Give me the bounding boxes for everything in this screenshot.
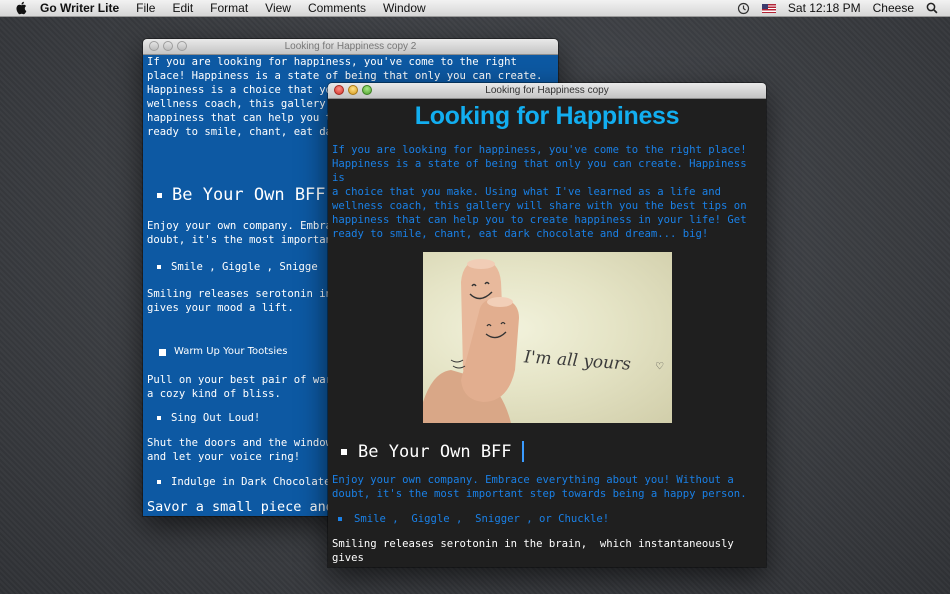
menubar-user[interactable]: Cheese — [873, 1, 914, 15]
front-document-body[interactable]: Looking for Happiness If you are looking… — [328, 99, 766, 567]
close-button[interactable] — [334, 85, 344, 95]
front-document-window[interactable]: Looking for Happiness copy Looking for H… — [328, 83, 766, 567]
list-item-text: Smile , Giggle , Snigge — [171, 261, 318, 273]
checkbox-label: Warm Up Your Tootsies — [174, 346, 288, 357]
document-title: Looking for Happiness — [414, 102, 680, 130]
bullet-icon — [338, 517, 342, 521]
menu-format[interactable]: Format — [210, 0, 248, 16]
zoom-button[interactable] — [362, 85, 372, 95]
back-window-titlebar[interactable]: Looking for Happiness copy 2 — [143, 39, 558, 55]
menu-window[interactable]: Window — [383, 0, 426, 16]
heading-text: Be Your Own BFF — [172, 185, 326, 205]
bullet-icon — [341, 448, 347, 455]
time-machine-icon[interactable] — [737, 2, 750, 15]
bullet-icon — [157, 480, 161, 484]
menu-bar: Go Writer Lite File Edit Format View Com… — [0, 0, 950, 17]
apple-menu-icon[interactable] — [14, 1, 28, 15]
menu-view[interactable]: View — [265, 0, 291, 16]
intro-paragraph: If you are looking for happiness, you've… — [332, 144, 747, 240]
back-window-controls — [149, 41, 191, 51]
finger-faces-illustration — [423, 259, 519, 423]
list-item-text: Indulge in Dark Chocolate — [171, 476, 331, 488]
bullet-icon — [157, 416, 161, 420]
fingers-photo[interactable]: I'm all yours ♡ — [423, 252, 672, 423]
heading-bff[interactable]: Be Your Own BFF — [341, 441, 762, 462]
paragraph: Enjoy your own company. Embrace everythi… — [332, 474, 747, 500]
front-window-titlebar[interactable]: Looking for Happiness copy — [328, 83, 766, 99]
spotlight-search-icon[interactable] — [926, 2, 938, 14]
zoom-button[interactable] — [177, 41, 187, 51]
menu-comments[interactable]: Comments — [308, 0, 366, 16]
text-cursor — [521, 441, 524, 462]
bullet-icon — [157, 265, 161, 269]
us-flag-icon[interactable] — [761, 3, 776, 13]
bullet-icon — [157, 192, 162, 198]
checkbox[interactable] — [159, 348, 166, 356]
paragraph: Smiling releases serotonin in the brain,… — [332, 538, 734, 567]
menubar-clock[interactable]: Sat 12:18 PM — [788, 1, 861, 15]
app-menu[interactable]: Go Writer Lite — [40, 1, 119, 15]
heart-icon: ♡ — [656, 359, 664, 373]
close-button[interactable] — [149, 41, 159, 51]
list-item-text: Smile , Giggle , Snigger , or Chuckle! — [354, 513, 610, 525]
list-item: Smile , Giggle , Snigger , or Chuckle! — [338, 512, 762, 526]
heading-text: Be Your Own BFF — [358, 441, 512, 462]
back-window-title: Looking for Happiness copy 2 — [284, 41, 417, 52]
list-item-text: Sing Out Loud! — [171, 412, 261, 424]
menu-edit[interactable]: Edit — [172, 0, 193, 16]
front-window-title: Looking for Happiness copy — [485, 85, 609, 96]
menu-file[interactable]: File — [136, 0, 155, 16]
front-window-controls — [334, 85, 376, 95]
minimize-button[interactable] — [163, 41, 173, 51]
minimize-button[interactable] — [348, 85, 358, 95]
